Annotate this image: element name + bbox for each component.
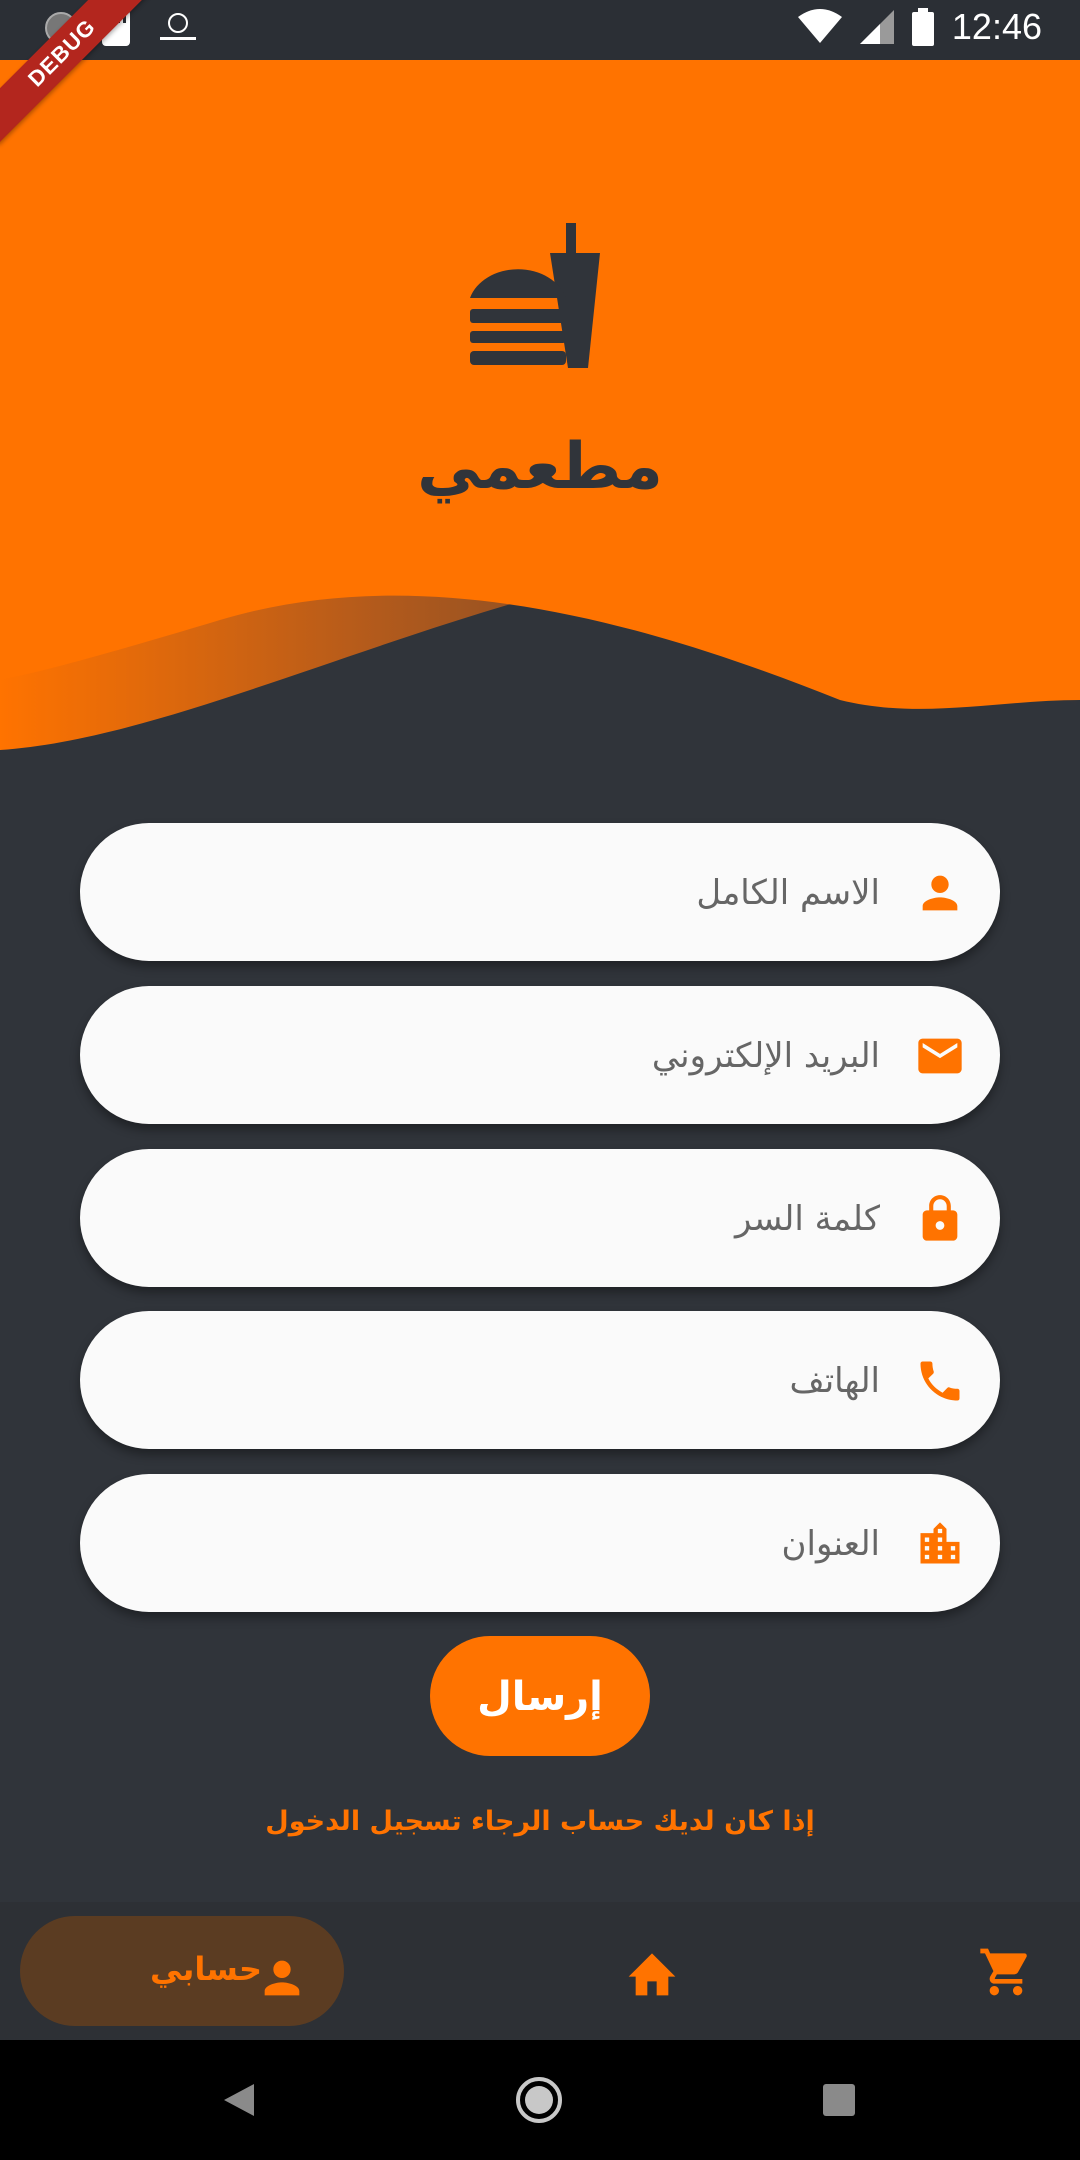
password-field[interactable]	[80, 1149, 1000, 1287]
full-name-field[interactable]	[80, 823, 1000, 961]
back-icon[interactable]	[222, 2082, 256, 2118]
wifi-icon	[797, 9, 842, 43]
submit-button[interactable]: إرسال	[430, 1636, 650, 1756]
building-icon	[920, 1522, 960, 1564]
account-icon	[264, 1960, 300, 1996]
login-link[interactable]: إذا كان لديك حساب الرجاء تسجيل الدخول	[0, 1806, 1080, 1837]
battery-icon	[911, 8, 934, 46]
system-nav-bar	[0, 2040, 1080, 2160]
cart-icon[interactable]	[978, 1944, 1034, 2000]
phone-input[interactable]	[178, 1345, 882, 1417]
email-field[interactable]	[80, 986, 1000, 1124]
address-field[interactable]	[80, 1474, 1000, 1612]
phone-icon	[920, 1361, 960, 1401]
person-icon	[922, 875, 958, 911]
bottom-nav: حسابي	[0, 1902, 1080, 2040]
nav-account-label: حسابي	[150, 1950, 263, 1988]
phone-field[interactable]	[80, 1311, 1000, 1449]
home-button-icon[interactable]	[515, 2076, 563, 2124]
screen: 12:46 DEBUG مطعمي الاسم الكامل البريد ال…	[0, 0, 1080, 2160]
app-title: مطعمي	[417, 430, 663, 504]
mail-icon	[918, 1038, 962, 1074]
news-logo-icon	[160, 13, 196, 40]
header-wave-background	[0, 60, 1080, 750]
status-time: 12:46	[951, 6, 1042, 47]
password-input[interactable]	[178, 1183, 882, 1255]
full-name-input[interactable]	[178, 857, 882, 929]
email-input[interactable]	[178, 1020, 882, 1092]
address-input[interactable]	[178, 1508, 882, 1580]
status-right-icons: 12:46	[797, 6, 1042, 48]
header: مطعمي	[0, 60, 1080, 780]
fastfood-logo-icon	[470, 223, 600, 368]
nav-account[interactable]: حسابي	[20, 1916, 344, 2026]
recents-icon[interactable]	[823, 2084, 855, 2116]
lock-icon	[922, 1195, 958, 1241]
status-bar: 12:46	[0, 0, 1080, 60]
signal-icon	[859, 10, 894, 44]
home-icon[interactable]	[624, 1946, 680, 1998]
